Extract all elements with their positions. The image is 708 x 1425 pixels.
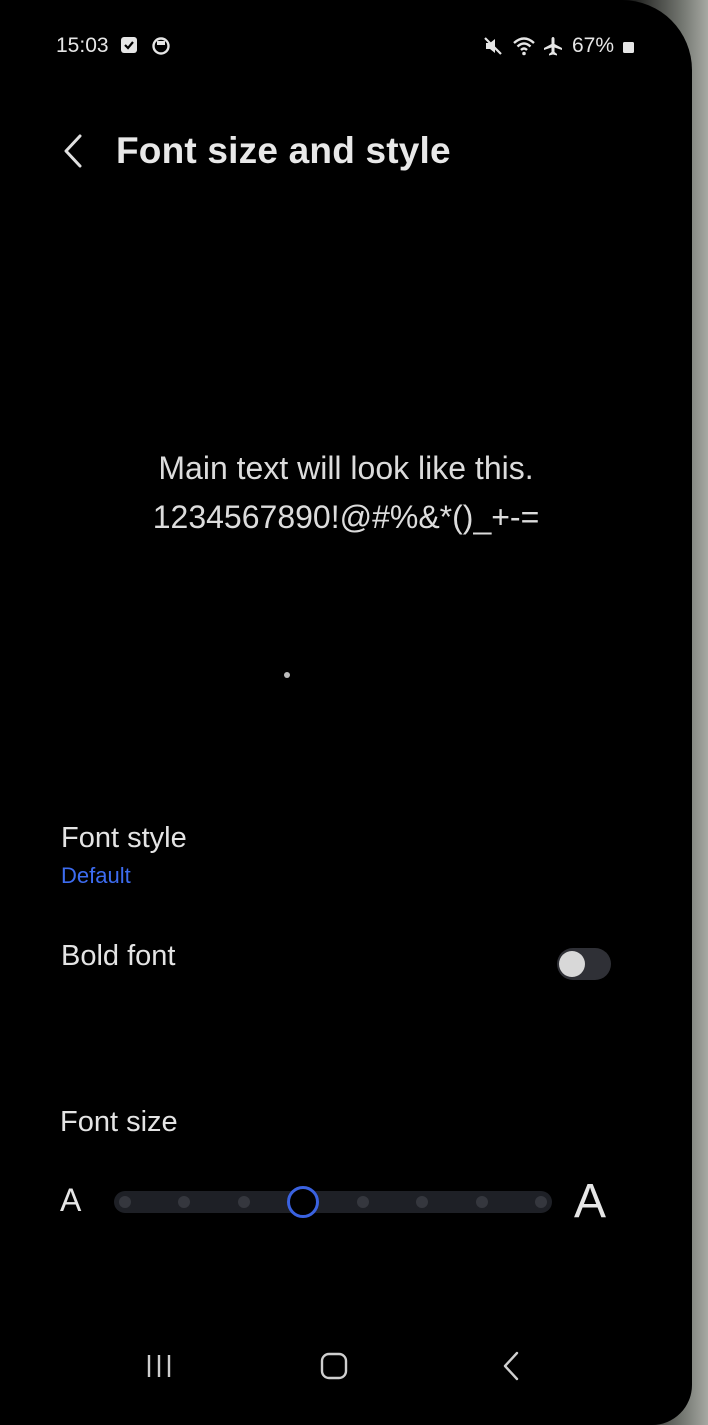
battery-percent: 67%	[571, 34, 614, 57]
bold-font-row[interactable]: Bold font	[61, 940, 621, 990]
status-bar-left: 15:03	[56, 34, 173, 58]
chevron-left-icon	[61, 133, 85, 174]
bold-font-toggle[interactable]	[557, 948, 611, 980]
font-size-slider-tick	[178, 1196, 191, 1208]
preview-indicator-dot	[284, 672, 290, 678]
font-style-value: Default	[61, 863, 131, 888]
font-preview: Main text will look like this. 123456789…	[0, 444, 692, 542]
back-icon	[501, 1351, 521, 1386]
font-size-slider-tick	[416, 1196, 429, 1208]
status-time: 15:03	[56, 34, 109, 57]
font-size-slider-tick	[237, 1196, 250, 1208]
recent-apps-icon	[144, 1353, 174, 1384]
mute-icon	[482, 35, 504, 57]
font-size-small-glyph[interactable]: A	[60, 1182, 81, 1219]
wifi-icon	[512, 35, 535, 57]
preview-text-line-1: Main text will look like this.	[158, 450, 534, 486]
app-header: Font size and style	[0, 120, 692, 190]
bold-font-label: Bold font	[61, 940, 176, 972]
navigation-bar	[0, 1330, 692, 1400]
status-bar: 15:03 67%	[56, 34, 636, 64]
status-bar-right: 67%	[482, 34, 636, 58]
font-size-slider-thumb[interactable]	[287, 1186, 320, 1218]
alarm-icon	[151, 35, 173, 57]
toggle-knob	[559, 951, 585, 977]
font-size-label: Font size	[60, 1106, 178, 1138]
font-style-label: Font style	[61, 822, 187, 854]
checkbox-notification-icon	[119, 35, 141, 57]
preview-text-line-2: 1234567890!@#%&*()_+-=	[152, 499, 540, 535]
phone-screen: 15:03 67% Font size and style Main text …	[0, 0, 692, 1425]
page-title: Font size and style	[116, 130, 451, 171]
airplane-icon	[542, 35, 564, 57]
font-size-slider-tick	[535, 1196, 547, 1208]
font-size-slider[interactable]	[114, 1186, 552, 1218]
font-style-row[interactable]: Font style Default	[61, 822, 621, 898]
font-size-slider-row: A A	[58, 1172, 628, 1232]
recent-apps-button[interactable]	[134, 1348, 184, 1388]
nav-back-button[interactable]	[486, 1348, 536, 1388]
home-button[interactable]	[309, 1348, 359, 1388]
home-icon	[319, 1351, 349, 1386]
font-size-slider-tick	[119, 1196, 131, 1208]
back-button[interactable]	[50, 128, 96, 178]
battery-icon	[622, 35, 636, 57]
font-size-slider-tick	[356, 1196, 369, 1208]
font-size-slider-tick	[475, 1196, 488, 1208]
font-size-large-glyph[interactable]: A	[574, 1174, 606, 1229]
